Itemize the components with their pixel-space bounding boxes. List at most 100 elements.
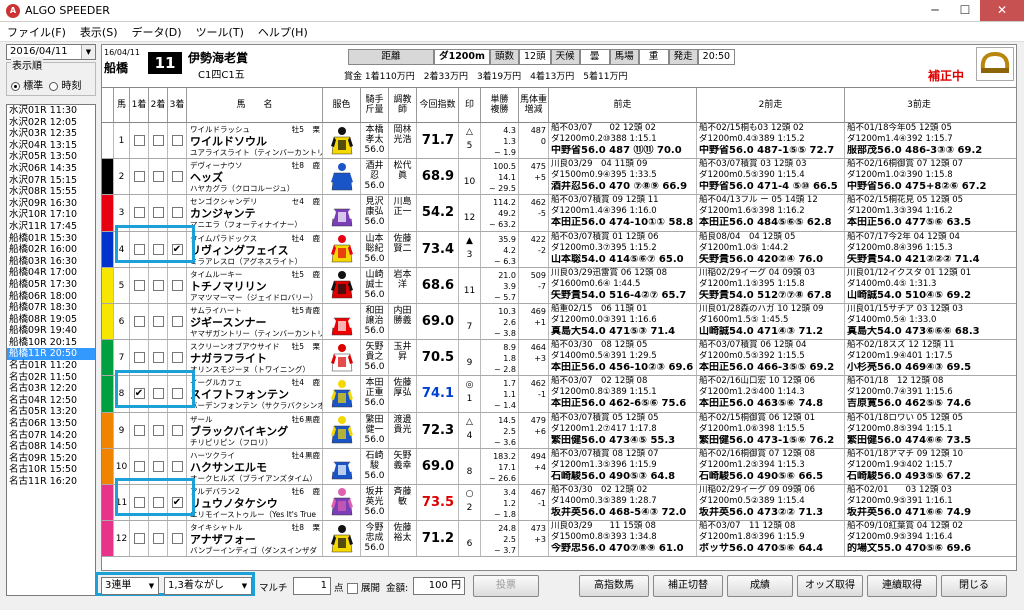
expand-checkbox[interactable]: 展開 — [347, 580, 380, 594]
chevron-down-icon[interactable]: ▼ — [238, 578, 251, 594]
pick-checkbox-3[interactable] — [171, 207, 183, 219]
horse-name-cell[interactable]: タイキシャトル 牡8 栗 アナザフォー バンブーインディゴ（ダンスインザダ — [187, 521, 323, 557]
race-list-item[interactable]: 水沢11R 17:45 — [7, 221, 95, 233]
race-list-item[interactable]: 船橋01R 15:30 — [7, 233, 95, 245]
pick-checkbox-1[interactable] — [133, 171, 145, 183]
race-list-item[interactable]: 船橋06R 18:00 — [7, 291, 95, 303]
horse-name-cell[interactable]: ザール 牡6 黒鹿 ブラックバイキング チリピリピン（フロリ） — [187, 412, 323, 448]
race-list-item[interactable]: 船橋08R 19:05 — [7, 314, 95, 326]
race-list-item[interactable]: 水沢01R 11:30 — [7, 105, 95, 117]
vote-button[interactable]: 投票 — [473, 575, 539, 597]
pick-checkbox-2[interactable] — [152, 352, 164, 364]
pick-checkbox-2[interactable] — [152, 171, 164, 183]
order-standard-option[interactable]: 標準 — [11, 77, 43, 92]
pick-checkbox-1[interactable] — [133, 279, 145, 291]
close-button[interactable]: 閉じる — [941, 575, 1007, 597]
pick-checkbox-3[interactable] — [171, 135, 183, 147]
table-row[interactable]: 3 センゴクシャンデリ セ4 鹿 カンジャンテ マニエラ（フォーティナイナー） … — [102, 195, 1016, 232]
race-list-item[interactable]: 名古03R 12:20 — [7, 383, 95, 395]
pick-checkbox-2[interactable] — [152, 135, 164, 147]
race-list-item[interactable]: 名古01R 11:20 — [7, 360, 95, 372]
horse-name-cell[interactable]: ハーツクライ 牡4 黒鹿 ハクサンエルモ オークヒルズ（ブライアンズタイム） — [187, 448, 323, 484]
table-row[interactable]: 1 ワイルドラッシュ 牡5 栗 ワイルドソウル ユアライスライト（ティンバーカン… — [102, 123, 1016, 160]
high-index-button[interactable]: 高指数馬 — [579, 575, 649, 597]
continuous-get-button[interactable]: 連續取得 — [867, 575, 937, 597]
table-row[interactable]: 9 ザール 牡6 黒鹿 ブラックバイキング チリピリピン（フロリ） 繁田 健一 … — [102, 412, 1016, 449]
menu-tools[interactable]: ツール(T) — [189, 24, 251, 40]
race-list-item[interactable]: 名古11R 16:20 — [7, 476, 95, 488]
close-window-button[interactable]: ✕ — [980, 0, 1024, 21]
race-list-item[interactable]: 船橋07R 18:30 — [7, 302, 95, 314]
table-row[interactable]: 11 ✔ アルデバラン2 牡6 鹿 リュウノタケシウ エリモイーストゥルー（Ye… — [102, 484, 1016, 522]
race-list-item[interactable]: 水沢02R 12:05 — [7, 117, 95, 129]
results-button[interactable]: 成績 — [727, 575, 793, 597]
horse-name-cell[interactable]: タイムルーキー 牡5 鹿 トチノマリリン アマツマーマー（ジェイドロバリー） — [187, 267, 323, 303]
table-row[interactable]: 8 ✔ イーグルカフェ 牡4 鹿 スイフトフォンテン バーデンフォンテン（サクラ… — [102, 376, 1016, 413]
race-list-item[interactable]: 船橋11R 20:50 — [7, 348, 95, 361]
horse-name-cell[interactable]: タイムパラドックス 牡4 鹿 リヴィングフェイス ミラアレスロ（アグネスライト） — [187, 231, 323, 267]
race-list-item[interactable]: 船橋09R 19:40 — [7, 325, 95, 337]
bet-type-select[interactable]: 3連単 ▼ — [101, 577, 159, 595]
race-list-item[interactable]: 名古07R 14:20 — [7, 430, 95, 442]
race-list-item[interactable]: 水沢05R 13:50 — [7, 151, 95, 163]
pick-checkbox-1[interactable] — [133, 424, 145, 436]
race-list-item[interactable]: 船橋05R 17:30 — [7, 279, 95, 291]
bet-method-select[interactable]: 1,3着ながし ▼ — [164, 577, 252, 595]
race-list-item[interactable]: 水沢09R 16:30 — [7, 198, 95, 210]
race-list-item[interactable]: 名古08R 14:50 — [7, 441, 95, 453]
order-time-option[interactable]: 時刻 — [49, 77, 81, 92]
horse-name-cell[interactable]: サムライハート 牡5 青鹿 ジギースンナー ヤマザガントリー（ティンバーカントリ… — [187, 303, 323, 340]
pick-checkbox-1[interactable] — [133, 460, 145, 472]
maximize-button[interactable]: ☐ — [950, 0, 980, 21]
horse-name-cell[interactable]: ワイルドラッシュ 牡5 栗 ワイルドソウル ユアライスライト（ティンバーカントリ… — [187, 123, 323, 159]
pick-checkbox-3[interactable] — [171, 316, 183, 328]
horse-name-cell[interactable]: アルデバラン2 牡6 鹿 リュウノタケシウ エリモイーストゥルー（Yes It'… — [187, 484, 323, 521]
pick-checkbox-3[interactable] — [171, 424, 183, 436]
table-row[interactable]: 12 タイキシャトル 牡8 栗 アナザフォー バンブーインディゴ（ダンスインザダ… — [102, 521, 1016, 558]
table-row[interactable]: 4 ✔ タイムパラドックス 牡4 鹿 リヴィングフェイス ミラアレスロ（アグネス… — [102, 231, 1016, 268]
race-list-item[interactable]: 水沢08R 15:55 — [7, 186, 95, 198]
pick-checkbox-2[interactable] — [152, 279, 164, 291]
race-list-item[interactable]: 水沢04R 13:15 — [7, 140, 95, 152]
race-list-item[interactable]: 船橋10R 20:15 — [7, 337, 95, 349]
pick-checkbox-2[interactable] — [152, 460, 164, 472]
race-list-item[interactable]: 船橋02R 16:00 — [7, 244, 95, 256]
pick-checkbox-3[interactable] — [171, 171, 183, 183]
race-list[interactable]: 水沢01R 11:30 水沢02R 12:05 水沢03R 12:35 水沢04R 1… — [6, 104, 96, 596]
pick-checkbox-2[interactable] — [152, 533, 164, 545]
pick-checkbox-1[interactable] — [133, 533, 145, 545]
race-list-item[interactable]: 名古06R 13:50 — [7, 418, 95, 430]
amount-input[interactable]: 100 円 — [413, 577, 465, 595]
horse-name-cell[interactable]: イーグルカフェ 牡4 鹿 スイフトフォンテン バーデンフォンテン（サクラバクシン… — [187, 376, 323, 412]
table-row[interactable]: 6 サムライハート 牡5 青鹿 ジギースンナー ヤマザガントリー（ティンバーカン… — [102, 303, 1016, 341]
horse-name-cell[interactable]: スクリーンオブアウサイド 牡5 栗 ナガラフライト オリンスモジーヌ（トワイニン… — [187, 340, 323, 376]
race-list-item[interactable]: 名古04R 12:50 — [7, 395, 95, 407]
race-list-item[interactable]: 船橋04R 17:00 — [7, 267, 95, 279]
pick-checkbox-3[interactable] — [171, 352, 183, 364]
pick-checkbox-3[interactable] — [171, 460, 183, 472]
race-list-item[interactable]: 水沢10R 17:10 — [7, 209, 95, 221]
horse-name-cell[interactable]: デヴィーナウソ 牡8 鹿 ヘッズ ハヤカグラ（クロコルージュ） — [187, 159, 323, 195]
pick-checkbox-2[interactable] — [152, 424, 164, 436]
radio-standard[interactable] — [11, 81, 20, 91]
table-row[interactable]: 2 デヴィーナウソ 牡8 鹿 ヘッズ ハヤカグラ（クロコルージュ） 酒井 忍 5… — [102, 159, 1016, 196]
menu-help[interactable]: ヘルプ(H) — [251, 24, 315, 40]
pick-checkbox-1[interactable] — [133, 316, 145, 328]
chevron-down-icon[interactable]: ▼ — [145, 578, 158, 594]
pick-checkbox-1[interactable] — [133, 352, 145, 364]
race-list-item[interactable]: 水沢06R 14:35 — [7, 163, 95, 175]
table-row[interactable]: 10 ハーツクライ 牡4 黒鹿 ハクサンエルモ オークヒルズ（ブライアンズタイム… — [102, 448, 1016, 485]
menu-view[interactable]: 表示(S) — [73, 24, 125, 40]
pick-checkbox-2[interactable] — [152, 316, 164, 328]
race-list-item[interactable]: 名古09R 15:20 — [7, 453, 95, 465]
correction-toggle-button[interactable]: 補正切替 — [653, 575, 723, 597]
table-row[interactable]: 7 スクリーンオブアウサイド 牡5 栗 ナガラフライト オリンスモジーヌ（トワイ… — [102, 340, 1016, 377]
race-list-item[interactable]: 水沢03R 12:35 — [7, 128, 95, 140]
pick-checkbox-3[interactable] — [171, 533, 183, 545]
menu-data[interactable]: データ(D) — [125, 24, 189, 40]
pick-checkbox-2[interactable] — [152, 207, 164, 219]
pick-checkbox-3[interactable] — [171, 279, 183, 291]
expand-check[interactable] — [347, 583, 358, 594]
horse-name-cell[interactable]: センゴクシャンデリ セ4 鹿 カンジャンテ マニエラ（フォーティナイナー） — [187, 195, 323, 231]
minimize-button[interactable]: ─ — [920, 0, 950, 21]
